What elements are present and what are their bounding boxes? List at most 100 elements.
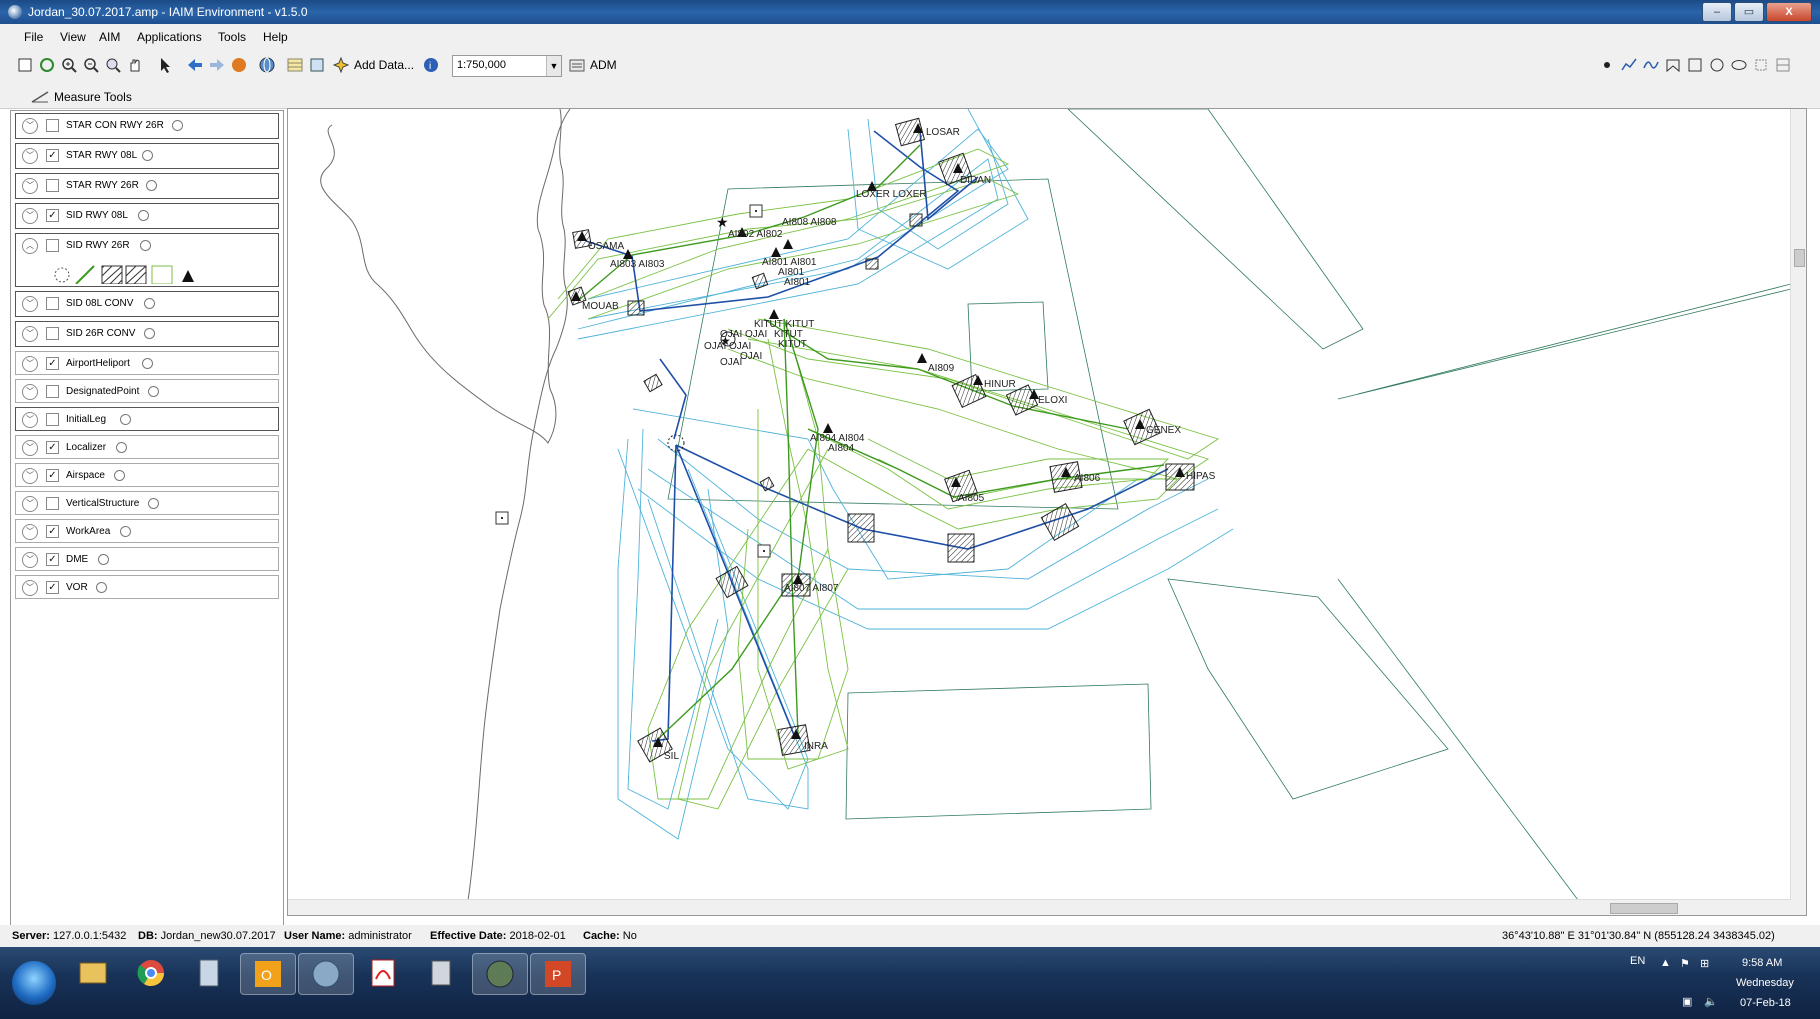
layer-checkbox[interactable]: ✓ [46,469,59,482]
arcgis-pro-icon[interactable] [298,953,354,995]
scale-select[interactable]: 1:750,000 ▼ [452,55,562,77]
clock-time[interactable]: 9:58 AM [1742,957,1782,969]
draw-polyline-icon[interactable] [1620,56,1638,74]
layer-checkbox[interactable] [46,119,59,132]
input-language[interactable]: EN [1630,955,1645,967]
menu-applications[interactable]: Applications [137,30,202,44]
layer-item[interactable]: ﹀ ✓ AirportHeliport [15,351,279,375]
back-arrow-icon[interactable] [186,56,204,74]
layer-radio[interactable] [120,414,131,425]
layer-item[interactable]: ﹀ STAR CON RWY 26R [15,113,279,139]
forward-arrow-icon[interactable] [208,56,226,74]
scroll-thumb[interactable] [1794,249,1805,267]
clock-day[interactable]: Wednesday [1736,977,1794,989]
layer-checkbox[interactable]: ✓ [46,553,59,566]
zoom-in-icon[interactable] [60,56,78,74]
layer-item[interactable]: ﹀ ✓ WorkArea [15,519,279,543]
edit-vertices-icon[interactable] [1752,56,1770,74]
chevron-down-icon[interactable]: ﹀ [22,296,38,312]
map-view[interactable]: ★ ★ LOSAR DIDAN LOXER LOXER AI808 AI808 … [287,108,1807,916]
chevron-down-icon[interactable]: ﹀ [22,326,38,342]
close-button[interactable]: X [1766,2,1812,22]
chevron-down-icon[interactable]: ﹀ [22,412,38,428]
layer-radio[interactable] [146,180,157,191]
chevron-down-icon[interactable]: ﹀ [22,468,38,484]
minimize-button[interactable]: – [1702,2,1732,22]
chevron-down-icon[interactable]: ﹀ [22,148,38,164]
chevron-down-icon[interactable]: ﹀ [22,178,38,194]
layer-checkbox[interactable] [46,497,59,510]
chevron-down-icon[interactable]: ﹀ [22,384,38,400]
chevron-down-icon[interactable]: ﹀ [22,356,38,372]
layer-item[interactable]: ﹀ SID 08L CONV [15,291,279,317]
refresh-icon[interactable] [38,56,56,74]
layer-item[interactable]: ﹀ DesignatedPoint [15,379,279,403]
layer-checkbox[interactable] [46,385,59,398]
draw-circle-icon[interactable] [1708,56,1726,74]
chrome-icon[interactable] [124,953,178,993]
chevron-down-icon[interactable]: ﹀ [22,496,38,512]
layer-radio[interactable] [144,298,155,309]
layer-radio[interactable] [172,120,183,131]
zoom-out-icon[interactable] [82,56,100,74]
menu-file[interactable]: File [24,30,43,44]
new-map-icon[interactable] [16,56,34,74]
chevron-down-icon[interactable]: ﹀ [22,552,38,568]
info-icon[interactable]: i [422,56,440,74]
menu-help[interactable]: Help [263,30,288,44]
layer-radio[interactable] [148,386,159,397]
layer-radio[interactable] [140,240,151,251]
layer-checkbox[interactable]: ✓ [46,149,59,162]
layer-properties-icon[interactable] [308,56,326,74]
action-center-flag-icon[interactable]: ⚑ [1680,957,1690,970]
layer-radio[interactable] [98,554,109,565]
draw-ellipse-icon[interactable] [1730,56,1748,74]
file-explorer-icon[interactable] [66,953,120,993]
acrobat-icon[interactable] [356,953,410,993]
table-icon[interactable] [286,56,304,74]
chevron-down-icon[interactable]: ▼ [546,56,561,76]
menu-tools[interactable]: Tools [218,30,246,44]
layer-checkbox[interactable] [46,327,59,340]
maximize-button[interactable]: ▭ [1734,2,1764,22]
measure-tools-label[interactable]: Measure Tools [54,90,132,104]
select-features-icon[interactable] [1774,56,1792,74]
menu-view[interactable]: View [60,30,86,44]
chevron-down-icon[interactable]: ﹀ [22,208,38,224]
layer-checkbox[interactable] [46,239,59,252]
layer-radio[interactable] [120,526,131,537]
volume-icon[interactable]: 🔈 [1704,995,1718,1008]
draw-polygon-icon[interactable] [1664,56,1682,74]
show-hidden-icons-icon[interactable]: ▲ [1660,957,1671,969]
select-arrow-icon[interactable] [156,56,174,74]
layer-radio[interactable] [144,328,155,339]
layer-item[interactable]: ﹀ ✓ Localizer [15,435,279,459]
iaim-globe-icon[interactable] [472,953,528,995]
layer-item[interactable]: ﹀ SID 26R CONV [15,321,279,347]
layer-radio[interactable] [142,150,153,161]
draw-rectangle-icon[interactable] [1686,56,1704,74]
map-canvas[interactable]: ★ ★ LOSAR DIDAN LOXER LOXER AI808 AI808 … [288,109,1791,900]
chevron-up-icon[interactable]: ︿ [22,238,38,254]
layer-checkbox[interactable]: ✓ [46,357,59,370]
layer-item[interactable]: ﹀ ✓ Airspace [15,463,279,487]
layer-radio[interactable] [142,358,153,369]
powerpoint-icon[interactable]: P [530,953,586,995]
layer-checkbox[interactable] [46,297,59,310]
stop-icon[interactable] [230,56,248,74]
scroll-thumb[interactable] [1610,903,1678,914]
layer-item-expanded[interactable]: ︿ SID RWY 26R [15,233,279,287]
add-data-icon[interactable] [332,56,350,74]
chevron-down-icon[interactable]: ﹀ [22,524,38,540]
layer-item[interactable]: ﹀ STAR RWY 26R [15,173,279,199]
layer-item[interactable]: ﹀ ✓ STAR RWY 08L [15,143,279,169]
adm-button[interactable]: ADM [590,58,617,72]
layer-item[interactable]: ﹀ ✓ SID RWY 08L [15,203,279,229]
ruler-icon[interactable] [30,88,50,107]
layer-checkbox[interactable] [46,179,59,192]
document-viewer-icon[interactable] [414,953,468,993]
clock-date[interactable]: 07-Feb-18 [1740,997,1791,1009]
outlook-icon[interactable]: O [240,953,296,995]
layer-item[interactable]: ﹀ ✓ DME [15,547,279,571]
calculator-icon[interactable] [182,953,236,993]
